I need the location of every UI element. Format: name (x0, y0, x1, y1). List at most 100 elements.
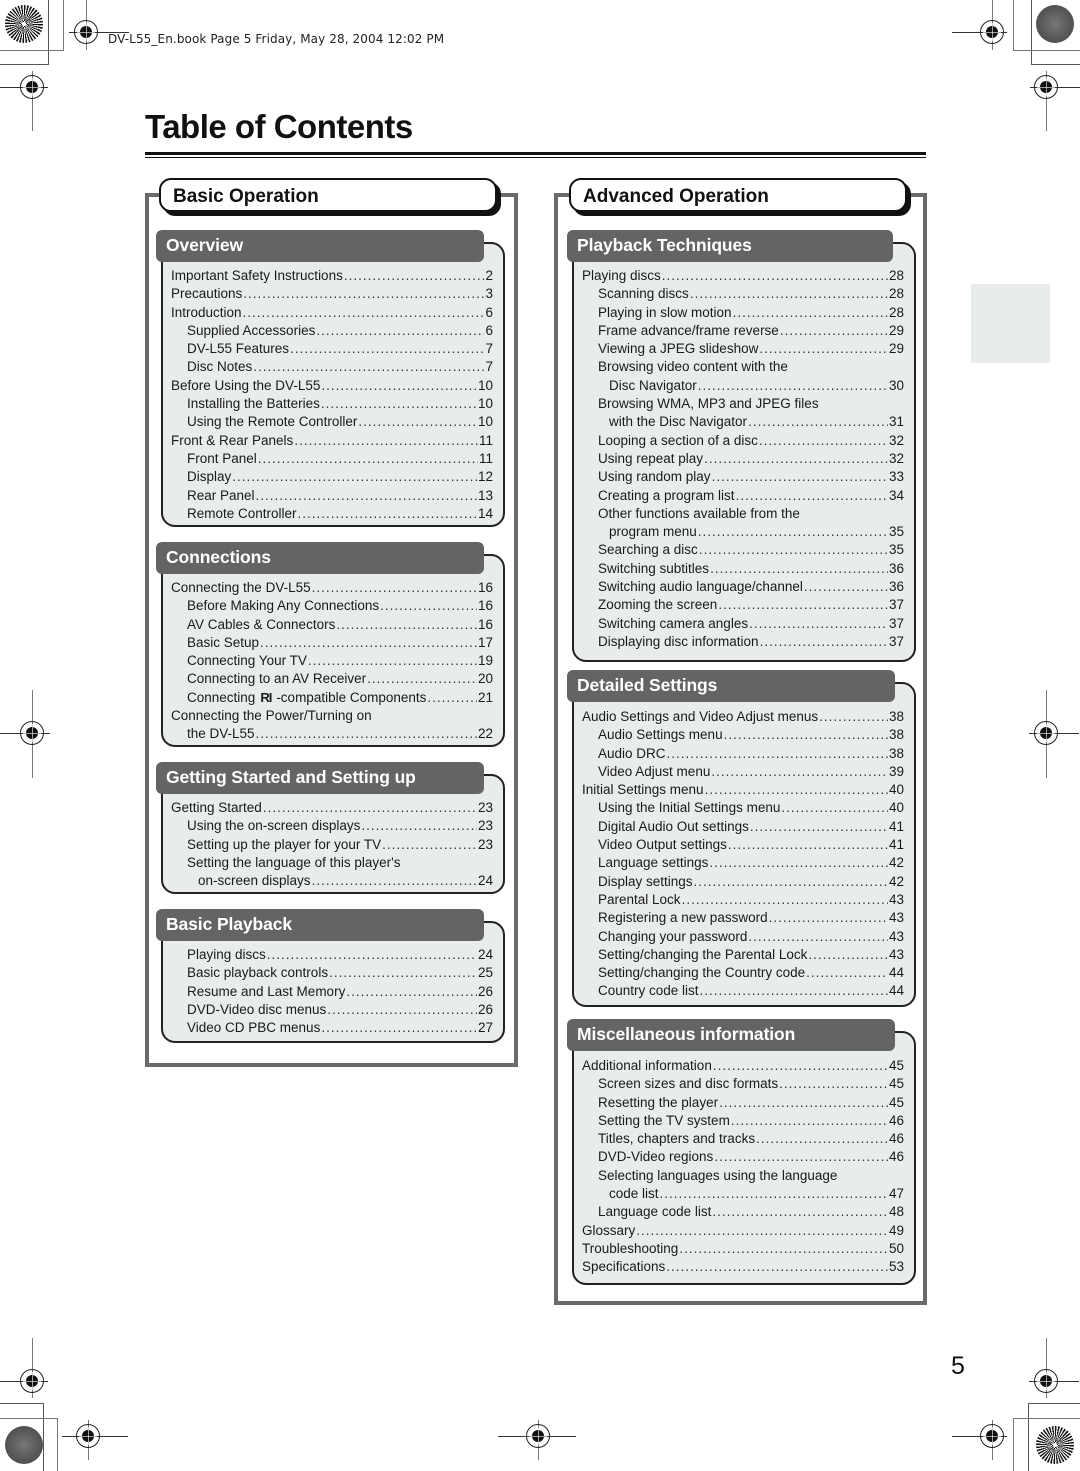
toc-entry[interactable]: Resetting the player 45 (582, 1094, 904, 1112)
dot-leader (666, 1258, 888, 1276)
toc-entry[interactable]: program menu 35 (582, 523, 904, 541)
toc-entry[interactable]: Setting the TV system 46 (582, 1112, 904, 1130)
section-header: Getting Started and Setting up (156, 762, 484, 794)
toc-entry[interactable]: Disc Notes 7 (171, 358, 493, 376)
toc-entry[interactable]: Disc Navigator 30 (582, 377, 904, 395)
toc-entry[interactable]: Before Using the DV-L55 10 (171, 377, 493, 395)
toc-entry[interactable]: Setting up the player for your TV 23 (171, 836, 493, 854)
toc-entry[interactable]: AV Cables & Connectors 16 (171, 616, 493, 634)
toc-entry-page: 38 (888, 709, 904, 724)
toc-entry[interactable]: Parental Lock 43 (582, 891, 904, 909)
toc-entry[interactable]: Searching a disc 35 (582, 541, 904, 559)
toc-entry[interactable]: ConnectingRI-compatible Components 21 (171, 689, 493, 707)
toc-entry[interactable]: Display settings 42 (582, 873, 904, 891)
toc-entry[interactable]: Precautions 3 (171, 285, 493, 303)
toc-entry[interactable]: Connecting to an AV Receiver 20 (171, 670, 493, 688)
toc-entry[interactable]: Basic playback controls 25 (171, 964, 493, 982)
toc-entry[interactable]: Displaying disc information 37 (582, 633, 904, 651)
toc-entry[interactable]: Supplied Accessories 6 (171, 322, 493, 340)
toc-entry[interactable]: Country code list 44 (582, 982, 904, 1000)
dot-leader (748, 413, 888, 431)
toc-entry[interactable]: Setting/changing the Country code 44 (582, 964, 904, 982)
toc-entry[interactable]: Rear Panel 13 (171, 487, 493, 505)
toc-entry[interactable]: Playing in slow motion 28 (582, 304, 904, 322)
toc-entry-page: 17 (477, 634, 493, 650)
toc-entry[interactable]: Using the Remote Controller 10 (171, 413, 493, 431)
toc-entry[interactable]: Browsing WMA, MP3 and JPEG files (582, 395, 904, 413)
toc-entry[interactable]: Connecting the Power/Turning on (171, 707, 493, 725)
toc-entry[interactable]: Initial Settings menu 40 (582, 781, 904, 799)
toc-entry[interactable]: DV-L55 Features 7 (171, 340, 493, 358)
toc-entry[interactable]: Front Panel 11 (171, 450, 493, 468)
toc-entry[interactable]: Viewing a JPEG slideshow 29 (582, 340, 904, 358)
toc-entry[interactable]: Before Making Any Connections 16 (171, 597, 493, 615)
crop-mark (48, 0, 49, 65)
toc-entry[interactable]: Frame advance/frame reverse 29 (582, 322, 904, 340)
toc-entry[interactable]: Creating a program list 34 (582, 487, 904, 505)
toc-entry[interactable]: Remote Controller 14 (171, 505, 493, 523)
toc-entry[interactable]: Audio Settings menu 38 (582, 726, 904, 744)
toc-entry[interactable]: Additional information 45 (582, 1057, 904, 1075)
toc-entry-page: 28 (888, 304, 904, 320)
toc-entry[interactable]: Resume and Last Memory 26 (171, 983, 493, 1001)
toc-entry[interactable]: Setting the language of this player's (171, 854, 493, 872)
toc-entry[interactable]: Setting/changing the Parental Lock 43 (582, 946, 904, 964)
toc-entry[interactable]: Screen sizes and disc formats 45 (582, 1075, 904, 1093)
toc-entry[interactable]: Connecting the DV-L55 16 (171, 579, 493, 597)
toc-entry-title: Displaying disc information (598, 633, 759, 649)
toc-entry[interactable]: Playing discs 28 (582, 267, 904, 285)
toc-entry[interactable]: code list 47 (582, 1185, 904, 1203)
dot-leader (260, 634, 477, 652)
toc-entry[interactable]: Troubleshooting 50 (582, 1240, 904, 1258)
toc-entry[interactable]: Video Output settings 41 (582, 836, 904, 854)
toc-entry[interactable]: Introduction 6 (171, 304, 493, 322)
toc-entry[interactable]: Zooming the screen 37 (582, 596, 904, 614)
toc-entry[interactable]: Language settings 42 (582, 854, 904, 872)
toc-entry-title: Connecting to an AV Receiver (187, 671, 367, 687)
toc-entry[interactable]: DVD-Video disc menus 26 (171, 1001, 493, 1019)
toc-entry[interactable]: Installing the Batteries 10 (171, 395, 493, 413)
toc-entry[interactable]: Important Safety Instructions 2 (171, 267, 493, 285)
toc-entry[interactable]: Connecting Your TV 19 (171, 652, 493, 670)
toc-entry[interactable]: Switching camera angles 37 (582, 615, 904, 633)
toc-entry[interactable]: Using repeat play 32 (582, 450, 904, 468)
toc-entry[interactable]: Audio Settings and Video Adjust menus 38 (582, 708, 904, 726)
toc-entry[interactable]: Titles, chapters and tracks 46 (582, 1130, 904, 1148)
toc-entry[interactable]: Registering a new password 43 (582, 909, 904, 927)
toc-entry[interactable]: Using the on-screen displays 23 (171, 817, 493, 835)
toc-entry[interactable]: Scanning discs 28 (582, 285, 904, 303)
toc-entry[interactable]: Other functions available from the (582, 505, 904, 523)
dot-leader (636, 1222, 888, 1240)
toc-entry[interactable]: Video Adjust menu 39 (582, 763, 904, 781)
toc-entry[interactable]: Video CD PBC menus 27 (171, 1019, 493, 1037)
toc-entry[interactable]: on-screen displays 24 (171, 872, 493, 890)
toc-entry[interactable]: Language code list 48 (582, 1203, 904, 1221)
toc-entry[interactable]: with the Disc Navigator 31 (582, 413, 904, 431)
toc-entry[interactable]: Audio DRC 38 (582, 745, 904, 763)
toc-entry-title: Looping a section of a disc (598, 432, 758, 448)
toc-entry[interactable]: Using the Initial Settings menu 40 (582, 799, 904, 817)
toc-entry[interactable]: Getting Started 23 (171, 799, 493, 817)
toc-entry[interactable]: Looping a section of a disc 32 (582, 432, 904, 450)
toc-entry[interactable]: Changing your password 43 (582, 928, 904, 946)
toc-entry[interactable]: Selecting languages using the language (582, 1167, 904, 1185)
toc-entry[interactable]: Switching subtitles 36 (582, 560, 904, 578)
section-title: Connections (166, 547, 271, 567)
section-basic-playback: Basic Playback Playing discs 24 Basic playb… (156, 909, 505, 1043)
toc-entry[interactable]: the DV-L55 22 (171, 725, 493, 743)
toc-entry[interactable]: DVD-Video regions 46 (582, 1148, 904, 1166)
toc-entry[interactable]: Specifications 53 (582, 1258, 904, 1276)
toc-entry[interactable]: Basic Setup 17 (171, 634, 493, 652)
toc-entry[interactable]: Front & Rear Panels 11 (171, 432, 493, 450)
toc-entry[interactable]: Using random play 33 (582, 468, 904, 486)
dot-leader (705, 781, 888, 799)
toc-entry[interactable]: Digital Audio Out settings 41 (582, 818, 904, 836)
toc-entry[interactable]: Browsing video content with the (582, 358, 904, 376)
toc-entry[interactable]: Playing discs 24 (171, 946, 493, 964)
toc-entry[interactable]: Glossary 49 (582, 1222, 904, 1240)
toc-entry[interactable]: Display 12 (171, 468, 493, 486)
dot-leader (373, 707, 492, 725)
toc-entry-title: Audio DRC (598, 745, 666, 761)
dot-leader (749, 615, 888, 633)
toc-entry[interactable]: Switching audio language/channel 36 (582, 578, 904, 596)
